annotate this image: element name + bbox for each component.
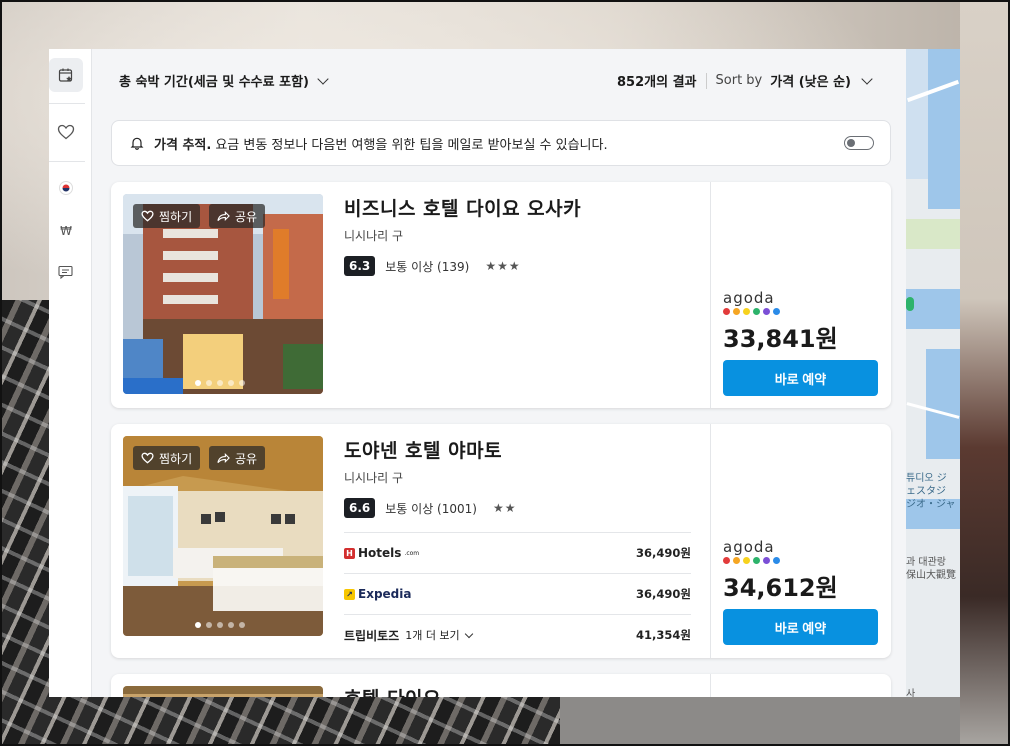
price-tracking-banner: 가격 추적. 요금 변동 정보나 다음번 여행을 위한 팁을 메일로 받아보실 … — [111, 120, 891, 166]
book-now-button[interactable]: 바로 예약 — [723, 609, 878, 645]
hotel-district: 니시나리 구 — [344, 229, 404, 243]
share-button[interactable]: 공유 — [209, 446, 266, 470]
hotel-card[interactable]: 찜하기 공유 비즈니스 호텔 다이요 오사카 니시나리 구 6.3 보통 이상 … — [111, 182, 891, 408]
hotel-info: 호텔 다이요 — [344, 684, 691, 697]
hotel-name[interactable]: 비즈니스 호텔 다이요 오사카 — [344, 194, 691, 221]
sort-dropdown[interactable]: 가격 (낮은 순) — [770, 71, 851, 90]
heart-icon — [141, 210, 154, 222]
agoda-logo-dots — [723, 308, 879, 315]
deal-price: 33,841원 — [723, 325, 838, 353]
results-summary: 852개의 결과 Sort by 가격 (낮은 순) — [617, 71, 873, 90]
stay-period-label: 총 숙박 기간(세금 및 수수료 포함) — [119, 75, 309, 90]
rating-text: 보통 이상 (1001) — [385, 501, 477, 516]
expedia-logo-icon: ↗ — [344, 588, 355, 600]
chevron-down-icon[interactable] — [464, 629, 473, 638]
save-button[interactable]: 찜하기 — [133, 204, 201, 228]
hotel-photo[interactable]: 찜하기 공유 — [123, 436, 323, 636]
hotel-info: 비즈니스 호텔 다이요 오사카 니시나리 구 6.3 보통 이상 (139) ★… — [344, 194, 691, 276]
rating-row: 6.6 보통 이상 (1001) ★★ — [344, 498, 691, 518]
save-button[interactable]: 찜하기 — [133, 446, 201, 470]
offer-row-hotels[interactable]: H Hotels .com 36,490원 — [344, 532, 691, 573]
share-icon — [217, 210, 230, 222]
score-badge: 6.3 — [344, 256, 376, 276]
left-sidebar: ₩ — [49, 49, 92, 697]
share-icon — [217, 452, 230, 464]
price-tracking-text: 요금 변동 정보나 다음번 여행을 위한 팁을 메일로 받아보실 수 있습니다. — [215, 137, 608, 153]
photo-carousel-dots — [195, 622, 245, 628]
results-toolbar: 총 숙박 기간(세금 및 수수료 포함) 852개의 결과 Sort by 가격… — [119, 71, 899, 95]
star-rating: ★★ — [492, 501, 517, 515]
provider-hotels-com: H Hotels .com — [344, 546, 419, 560]
agoda-logo: agoda — [723, 289, 775, 307]
score-badge: 6.6 — [344, 498, 376, 518]
chevron-down-icon[interactable] — [861, 72, 873, 85]
price-tracking-toggle[interactable] — [844, 136, 874, 150]
chevron-down-icon — [317, 72, 329, 85]
show-more-offers[interactable]: 1개 더 보기 — [405, 627, 459, 643]
offer-price: 36,490원 — [636, 546, 691, 560]
map-pin-icon[interactable] — [906, 297, 914, 311]
results-count: 852개의 결과 — [617, 75, 697, 90]
bell-icon — [130, 137, 144, 150]
hotel-photo[interactable]: 찜하기 공유 — [123, 194, 323, 394]
results-panel: 총 숙박 기간(세금 및 수수료 포함) 852개의 결과 Sort by 가격… — [92, 49, 906, 697]
best-deal: agoda 33,841원 바로 예약 — [723, 289, 879, 396]
hotels-com-logo-icon: H — [344, 547, 355, 559]
hotel-name[interactable]: 호텔 다이요 — [344, 684, 691, 697]
agoda-logo-dots — [723, 557, 879, 564]
photo-carousel-dots — [195, 380, 245, 386]
hotel-name[interactable]: 도야넨 호텔 야마토 — [344, 436, 691, 463]
hotel-card[interactable]: 호텔 다이요 — [111, 674, 891, 697]
stay-period-selector[interactable]: 총 숙박 기간(세금 및 수수료 포함) — [119, 71, 329, 90]
feedback-icon[interactable] — [49, 255, 83, 289]
price-offers-list: H Hotels.com 36,490원 ↗ Expedia 36,490원 — [344, 532, 691, 655]
hotel-card[interactable]: 찜하기 공유 도야넨 호텔 야마토 니시나리 구 6.6 보통 이상 (1001… — [111, 424, 891, 658]
calendar-star-icon[interactable] — [49, 58, 83, 92]
agoda-logo: agoda — [723, 538, 775, 556]
star-rating: ★★★ — [485, 259, 521, 273]
map-panel[interactable]: 튜디오 ジ ェスタジ ジオ・ジャ 과 대관랑 保山大觀覽 사 — [906, 49, 960, 697]
offer-price: 36,490원 — [636, 587, 691, 601]
browser-content: ₩ 총 숙박 기간(세금 및 수수료 포함) 852개의 결과 Sort by … — [49, 49, 960, 697]
heart-icon — [141, 452, 154, 464]
won-currency-icon[interactable]: ₩ — [49, 214, 83, 248]
price-tracking-title: 가격 추적. — [154, 137, 212, 153]
hotel-photo[interactable] — [123, 686, 323, 697]
offer-row-expedia[interactable]: ↗ Expedia 36,490원 — [344, 573, 691, 614]
book-now-button[interactable]: 바로 예약 — [723, 360, 878, 396]
provider-expedia: ↗ Expedia — [344, 587, 411, 601]
hotel-info: 도야넨 호텔 야마토 니시나리 구 6.6 보통 이상 (1001) ★★ H … — [344, 436, 691, 655]
korea-flag-icon[interactable] — [49, 171, 83, 205]
share-button[interactable]: 공유 — [209, 204, 266, 228]
best-deal: agoda 34,612원 바로 예약 — [723, 538, 879, 645]
rating-row: 6.3 보통 이상 (139) ★★★ — [344, 256, 691, 276]
offer-row-tripbtoz[interactable]: 트립비토즈 1개 더 보기 41,354원 — [344, 614, 691, 655]
deal-price: 34,612원 — [723, 574, 838, 602]
hotel-district: 니시나리 구 — [344, 471, 404, 485]
heart-icon[interactable] — [49, 115, 83, 149]
provider-tripbtoz: 트립비토즈 — [344, 628, 400, 643]
rating-text: 보통 이상 (139) — [385, 259, 470, 274]
offer-price: 41,354원 — [636, 628, 691, 642]
sort-by-label: Sort by — [715, 73, 763, 88]
